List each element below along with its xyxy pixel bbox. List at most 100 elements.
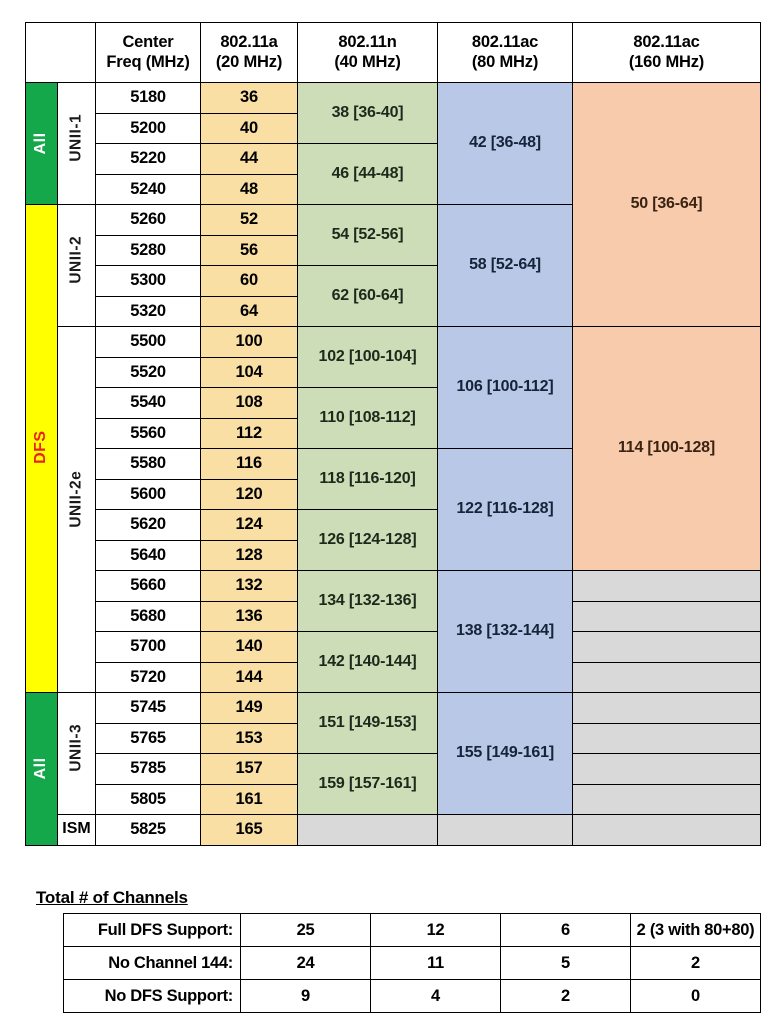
center-freq-cell: 5765: [95, 722, 201, 754]
summary-row: No DFS Support: 9 4 2 0: [63, 979, 761, 1013]
channel-40mhz-cell: 38 [36-40]: [297, 82, 438, 144]
channel-20mhz-cell: 136: [200, 600, 298, 632]
channel-160mhz-empty-cell: [572, 631, 761, 663]
channel-20mhz-cell: 124: [200, 509, 298, 541]
channel-20mhz-cell: 56: [200, 234, 298, 266]
center-freq-cell: 5320: [95, 295, 201, 327]
center-freq-cell: 5280: [95, 234, 201, 266]
center-freq-cell: 5785: [95, 753, 201, 785]
center-freq-cell: 5560: [95, 417, 201, 449]
channel-20mhz-cell: 40: [200, 112, 298, 144]
center-freq-cell: 5660: [95, 570, 201, 602]
summary-value-cell: 4: [370, 979, 501, 1013]
center-freq-cell: 5745: [95, 692, 201, 724]
band-label-text: All: [32, 757, 50, 780]
table-row: 5785 157 159 [157-161]: [26, 753, 761, 815]
header-line1: 802.11a: [220, 32, 278, 51]
channel-20mhz-cell: 108: [200, 387, 298, 419]
center-freq-cell: 5260: [95, 204, 201, 236]
channel-20mhz-cell: 120: [200, 478, 298, 510]
header-line2: (80 MHz): [471, 53, 539, 71]
summary-value-cell: 12: [370, 913, 501, 947]
channel-20mhz-cell: 153: [200, 722, 298, 754]
channel-160mhz-empty-cell: [572, 814, 761, 846]
channel-20mhz-cell: 149: [200, 692, 298, 724]
channel-40mhz-cell: 142 [140-144]: [297, 631, 438, 693]
unii-label-text: UNII-1: [67, 114, 85, 162]
header-corner-blank: [25, 22, 96, 83]
channel-20mhz-cell: 161: [200, 783, 298, 815]
center-freq-cell: 5720: [95, 661, 201, 693]
summary-value-cell: 5: [500, 946, 631, 980]
summary-value-cell: 24: [240, 946, 371, 980]
center-freq-cell: 5600: [95, 478, 201, 510]
summary-value-cell: 6: [500, 913, 631, 947]
channel-count-summary-table: Full DFS Support: 25 12 6 2 (3 with 80+80) No…: [63, 913, 761, 1013]
table-row: 5660 132 134 [132-136] 138 [132-144]: [26, 570, 761, 693]
channel-40mhz-cell: 62 [60-64]: [297, 265, 438, 327]
summary-row-label: Full DFS Support:: [63, 913, 241, 947]
channel-20mhz-cell: 132: [200, 570, 298, 602]
column-header-6: 802.11ac (160 MHz): [572, 22, 761, 83]
center-freq-cell: 5700: [95, 631, 201, 663]
header-line1: 802.11n: [338, 32, 397, 51]
channel-160mhz-cell: 50 [36-64]: [572, 82, 761, 327]
table-header-row: Center Freq (MHz) 802.11a (20 MHz) 802.11n (4…: [25, 22, 761, 83]
summary-row-label: No DFS Support:: [63, 979, 241, 1013]
channel-20mhz-cell: 64: [200, 295, 298, 327]
band-label-text: DFS: [32, 430, 50, 464]
channel-160mhz-cell: 114 [100-128]: [572, 326, 761, 571]
table-row: ISM 5825 165: [26, 814, 761, 846]
channel-160mhz-empty-cell: [572, 783, 761, 815]
unii-label-text: UNII-3: [67, 724, 85, 772]
band-label-dfs-1: DFS: [25, 204, 58, 693]
header-line1: 802.11ac: [633, 32, 700, 51]
center-freq-cell: 5540: [95, 387, 201, 419]
channel-40mhz-cell: 46 [44-48]: [297, 143, 438, 205]
channel-160mhz-empty-cell: [572, 570, 761, 602]
center-freq-cell: 5825: [95, 814, 201, 846]
summary-row: No Channel 144: 24 11 5 2: [63, 946, 761, 980]
center-freq-cell: 5640: [95, 539, 201, 571]
center-freq-cell: 5500: [95, 326, 201, 358]
channel-20mhz-cell: 104: [200, 356, 298, 388]
channel-40mhz-cell: 110 [108-112]: [297, 387, 438, 449]
channel-160mhz-empty-cell: [572, 722, 761, 754]
channel-20mhz-cell: 144: [200, 661, 298, 693]
channel-160mhz-empty-cell: [572, 661, 761, 693]
summary-value-cell: 0: [630, 979, 761, 1013]
center-freq-cell: 5300: [95, 265, 201, 297]
channel-20mhz-cell: 157: [200, 753, 298, 785]
header-line2: (160 MHz): [628, 53, 705, 71]
summary-row: Full DFS Support: 25 12 6 2 (3 with 80+80): [63, 913, 761, 947]
center-freq-cell: 5200: [95, 112, 201, 144]
channel-80mhz-cell: 122 [116-128]: [437, 448, 573, 571]
column-header-4: 802.11n (40 MHz): [297, 22, 438, 83]
summary-row-label: No Channel 144:: [63, 946, 241, 980]
channel-20mhz-cell: 60: [200, 265, 298, 297]
summary-title: Total # of Channels: [36, 888, 188, 907]
table-row: 5700 140 142 [140-144]: [26, 631, 761, 693]
channel-20mhz-cell: 48: [200, 173, 298, 205]
center-freq-cell: 5520: [95, 356, 201, 388]
channel-20mhz-cell: 128: [200, 539, 298, 571]
channel-80mhz-cell: 106 [100-112]: [437, 326, 573, 449]
channel-80mhz-empty-cell: [437, 814, 573, 846]
header-line2: (40 MHz): [334, 53, 401, 71]
unii-label-0: UNII-1: [57, 82, 96, 205]
channel-40mhz-cell: 102 [100-104]: [297, 326, 438, 388]
channel-20mhz-cell: 140: [200, 631, 298, 663]
table-row: All UNII-1 5180 36 38 [36-40] 42 [36-48] 50 [3…: [25, 82, 761, 327]
channel-40mhz-cell: 126 [124-128]: [297, 509, 438, 571]
summary-value-cell: 2: [630, 946, 761, 980]
unii-label-text: UNII-2e: [67, 471, 85, 528]
channel-20mhz-cell: 165: [200, 814, 298, 846]
unii-label-3: UNII-3: [57, 692, 96, 815]
channel-20mhz-cell: 112: [200, 417, 298, 449]
channel-20mhz-cell: 116: [200, 448, 298, 480]
summary-value-cell: 25: [240, 913, 371, 947]
unii-label-text: UNII-2: [67, 236, 85, 284]
header-line1: 802.11ac: [471, 32, 539, 51]
unii-label-2: UNII-2e: [57, 326, 96, 693]
channel-20mhz-cell: 44: [200, 143, 298, 175]
